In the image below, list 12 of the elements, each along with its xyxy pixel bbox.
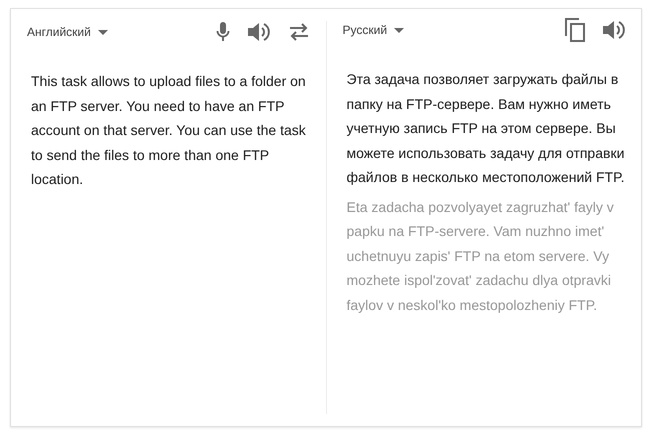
copy-icon[interactable] <box>565 18 585 42</box>
transliteration-text: Eta zadacha pozvolyayet zagruzhat' fayly v papku na FTP-servere. Vam nuzhno imet' uchetnuyu zapis' FTP na etom servere. Vy mozhete ispol'zovat' zadachu dlya otpravki faylov v neskol'ko mestopolozheniy FTP. <box>346 198 615 315</box>
caret-icon <box>98 30 108 34</box>
microphone-icon[interactable] <box>216 22 230 42</box>
swap-icon[interactable] <box>288 23 310 41</box>
translated-text: Эта задача позволяет загружать файлы в папку на FTP-сервере. Вам нужно иметь учетную запись FTP на этом сервере. Вы можете использовать задачу для отправки файлов в несколько местоположений FTP. <box>346 70 626 187</box>
caret-icon <box>394 28 404 32</box>
speaker-icon[interactable] <box>248 22 270 42</box>
source-language-dropdown[interactable]: Английский <box>27 25 108 39</box>
target-language-dropdown[interactable]: Русский <box>342 23 404 37</box>
source-text: This task allows to upload files to a folder on an FTP server. You need to have an FTP account on that server. You can use the task to send the files to more than one FTP location. <box>31 72 307 189</box>
speaker-icon[interactable] <box>603 20 625 40</box>
